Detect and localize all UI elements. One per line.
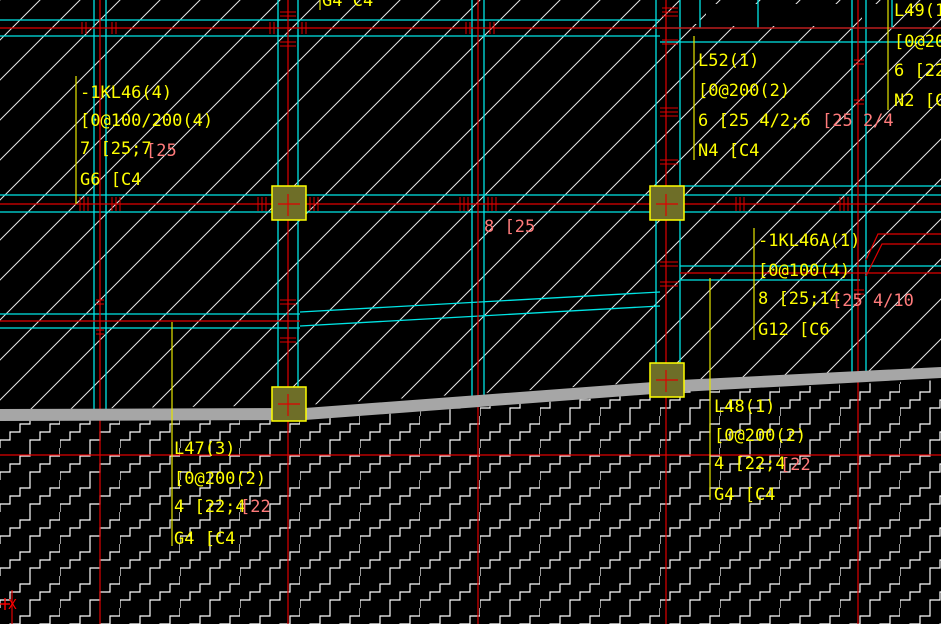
stirrup-spec: [0@200(2) xyxy=(714,426,806,446)
stirrup-spec: [0@200(2) xyxy=(174,469,266,489)
column xyxy=(649,185,685,221)
cad-drawing-canvas[interactable]: X G4 C4 -1KL46(4) [0@100/200(4) 7 [25;7 … xyxy=(0,0,941,624)
top-bars: 7 [25;7 xyxy=(80,139,152,159)
stirrup-spec: [0@200 xyxy=(894,32,941,52)
column xyxy=(271,185,307,221)
bars: 4 [22;4 xyxy=(714,454,786,474)
side-bars: G4 [C4 xyxy=(174,529,235,549)
top-fragment-label: G4 C4 xyxy=(322,0,373,11)
top-bars-extra: [25 xyxy=(146,141,177,161)
stirrup-spec: [0@200(2) xyxy=(698,81,790,101)
beam-name: -1KL46A(1) xyxy=(758,231,860,251)
beam-name: L52(1) xyxy=(698,51,759,71)
side-bars: N4 [C4 xyxy=(698,141,759,161)
side-bars: N2 [C xyxy=(894,91,941,111)
ucs-x-label: X xyxy=(8,598,17,613)
beam-name: L48(1) xyxy=(714,397,775,417)
bars-extra: [22 xyxy=(240,497,271,517)
beam-name: L49(1) xyxy=(894,1,941,21)
bars: 4 [22;4 xyxy=(174,497,246,517)
bars: 6 [22 3 xyxy=(894,61,941,81)
beam-name: L47(3) xyxy=(174,439,235,459)
mid-beam-label: 8 [25 xyxy=(484,217,535,237)
stirrup-spec: [0@100(4) xyxy=(758,261,850,281)
side-bars: G4 [C4 xyxy=(714,485,775,505)
beam-name: -1KL46(4) xyxy=(80,83,172,103)
slab-hatch-upper xyxy=(0,0,941,410)
stirrup-spec: [0@100/200(4) xyxy=(80,111,213,131)
bars: 8 [25;14 xyxy=(758,289,840,309)
bars-extra: [22 xyxy=(780,455,811,475)
side-bars: G6 [C4 xyxy=(80,170,141,190)
side-bars: G12 [C6 xyxy=(758,320,830,340)
bars-extra: [25 2/4 xyxy=(822,111,894,131)
bars: 6 [25 4/2;6 xyxy=(698,111,811,131)
bars-extra: [25 4/10 xyxy=(832,291,914,311)
